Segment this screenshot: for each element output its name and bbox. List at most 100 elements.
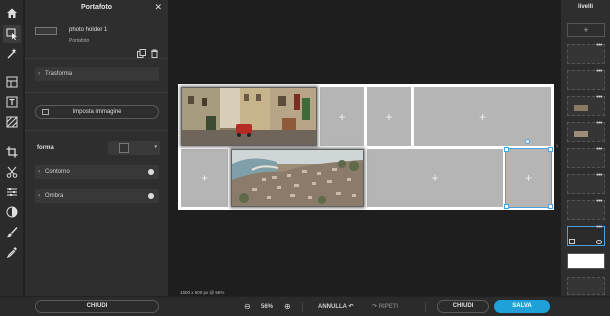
undo-icon: ↶ [348,304,354,310]
contorno-toggle[interactable] [148,169,154,175]
redo-button[interactable]: ↷ RIPETI [372,297,398,316]
photo-holder-5[interactable]: + [181,149,228,207]
layer-thumb[interactable] [567,277,605,295]
eyedropper-icon[interactable] [3,243,21,261]
layer-thumb[interactable]: ••• [567,42,605,64]
plus-icon: + [338,109,346,124]
plus-icon: + [583,25,589,35]
chevron-right-icon: › [38,71,40,77]
panel-close-button[interactable]: CHIUDI [35,300,159,313]
resize-handle[interactable] [548,204,553,209]
layer-name: photo holder 1 [69,27,108,33]
layer-thumb[interactable]: ••• [567,94,605,116]
save-button[interactable]: SALVA [494,300,550,313]
image-icon [42,109,49,115]
coast-photo[interactable] [232,150,363,206]
properties-panel: Portafoto ✕ photo holder 1 Portafoto › T… [25,0,168,316]
forma-select[interactable]: ▾ [108,141,160,155]
layer-thumbnail-image [574,105,588,111]
photo-holder-8-selected[interactable]: + [505,148,552,208]
section-trasforma[interactable]: › Trasforma [35,67,159,81]
forma-swatch [119,143,129,153]
layer-thumb[interactable]: ••• [567,146,605,168]
undo-label: ANNULLA [318,304,347,310]
resize-handle[interactable] [504,204,509,209]
more-icon[interactable]: ••• [596,120,602,127]
duplicate-icon[interactable] [137,45,146,58]
section-ombra-label: Ombra [45,193,64,199]
close-button[interactable]: CHIUDI [437,300,489,313]
chevron-down-icon: ▾ [154,144,157,150]
more-icon[interactable]: ••• [596,94,602,101]
photo-holder-3[interactable]: + [367,87,411,146]
more-icon[interactable]: ••• [596,42,602,49]
divider [25,92,168,93]
pattern-icon[interactable] [3,113,21,131]
zoom-in-icon[interactable]: ⊕ [284,297,291,316]
section-contorno-label: Contorno [45,169,70,175]
add-layer-button[interactable]: + [567,23,605,37]
more-icon[interactable]: ••• [596,224,602,231]
plus-icon: + [200,171,208,185]
divider [25,58,168,59]
cut-icon[interactable] [3,163,21,181]
home-icon[interactable] [3,4,21,22]
resize-handle[interactable] [548,147,553,152]
plus-icon: + [431,171,439,185]
rotate-handle[interactable] [525,139,530,144]
imposta-immagine-button[interactable]: Imposta immagine [35,105,159,119]
magic-icon[interactable] [3,44,21,62]
chevron-right-icon[interactable]: › [556,143,558,150]
adjust-icon[interactable] [3,183,21,201]
collage-canvas[interactable]: + + + + + + [178,84,554,210]
more-icon[interactable]: ••• [596,172,602,179]
brush-icon[interactable] [3,223,21,241]
layer-thumb-background[interactable] [567,253,605,269]
chevron-right-icon: › [38,169,40,175]
section-contorno[interactable]: › Contorno [35,165,159,179]
layer-thumb[interactable]: ••• [567,172,605,194]
layer-thumb-selected[interactable]: ••• [567,224,605,246]
redo-icon: ↷ [372,304,378,310]
divider [25,130,168,131]
left-toolbar [0,0,24,316]
street-photo[interactable] [182,88,316,145]
imposta-immagine-label: Imposta immagine [72,109,122,115]
layer-thumb[interactable]: ••• [567,68,605,90]
layer-thumb[interactable]: ••• [567,120,605,142]
undo-button[interactable]: ANNULLA ↶ [318,297,353,316]
resize-handle[interactable] [504,147,509,152]
photo-holder-4[interactable]: + [414,87,551,146]
zoom-out-icon[interactable]: ⊖ [244,297,251,316]
layer-type: Portafoto [69,38,90,44]
chevron-right-icon: › [38,193,40,199]
section-trasforma-label: Trasforma [45,71,73,77]
layers-panel: livelli + ••• ••• ••• ••• ••• ••• ••• ••… [561,0,610,296]
section-ombra[interactable]: › Ombra [35,189,159,203]
layers-title: livelli [577,4,593,10]
plus-icon: + [385,109,393,124]
trash-icon[interactable] [150,45,159,58]
plus-icon: + [524,171,532,185]
close-icon[interactable]: ✕ [154,2,162,12]
divider [302,302,303,312]
filter-icon[interactable] [3,203,21,221]
more-icon[interactable]: ••• [596,146,602,153]
zoom-level: 56% [261,304,274,310]
layout-icon[interactable] [3,73,21,91]
more-icon[interactable]: ••• [596,198,602,205]
layer-thumbnail [35,27,57,35]
more-icon[interactable]: ••• [596,68,602,75]
select-icon[interactable] [3,25,21,43]
photo-holder-7[interactable]: + [367,149,503,207]
frame-icon [569,239,575,244]
bottom-bar: CHIUDI ⊖ 56% ⊕ ANNULLA ↶ ↷ RIPETI CHIUDI… [0,296,610,316]
canvas-dimensions: 1500 x 500 px @ 56% [180,290,225,295]
ombra-toggle[interactable] [148,193,154,199]
crop-icon[interactable] [3,143,21,161]
text-icon[interactable] [3,93,21,111]
photo-holder-2[interactable]: + [320,87,364,146]
layer-thumb[interactable]: ••• [567,198,605,220]
eye-icon[interactable] [596,240,602,244]
layer-thumbnail-image [574,131,588,137]
